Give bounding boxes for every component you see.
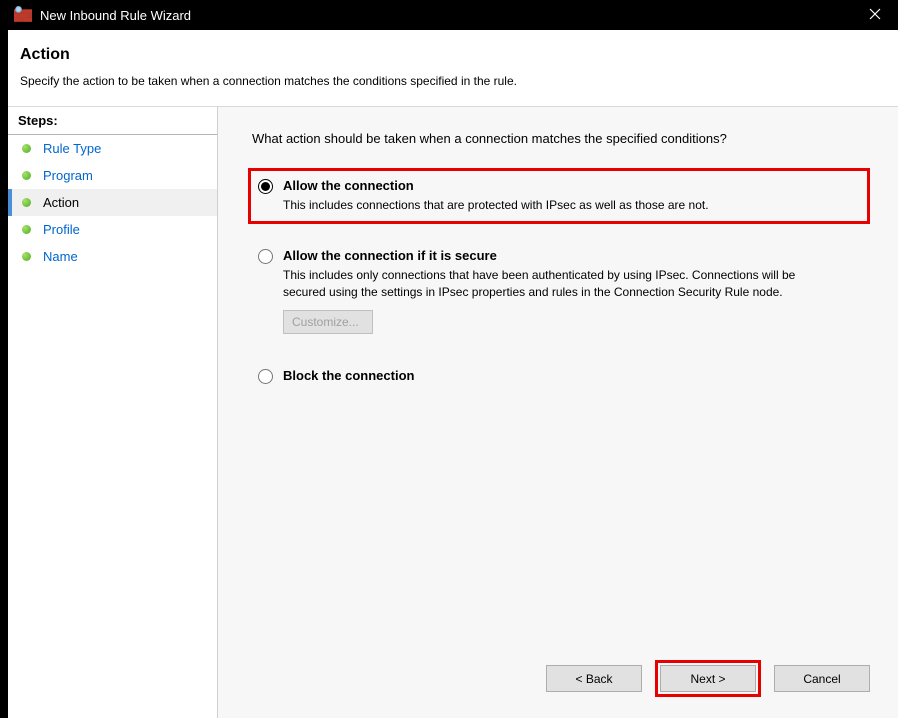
option-allow[interactable]: Allow the connection This includes conne… [250,170,868,222]
step-program[interactable]: Program [8,162,217,189]
step-rule-type[interactable]: Rule Type [8,135,217,162]
customize-button: Customize... [283,310,373,334]
option-body: Block the connection [283,368,860,387]
option-body: Allow the connection This includes conne… [283,178,860,214]
step-label: Program [43,168,93,183]
step-label: Profile [43,222,80,237]
titlebar: New Inbound Rule Wizard [8,0,898,30]
window-title: New Inbound Rule Wizard [40,8,191,23]
back-wrap: < Back [544,663,644,694]
action-options: Allow the connection This includes conne… [248,170,868,395]
bullet-icon [22,171,31,180]
wizard-window: New Inbound Rule Wizard Action Specify t… [8,0,898,718]
step-action[interactable]: Action [8,189,217,216]
wizard-buttons: < Back Next > Cancel [544,663,872,694]
option-body: Allow the connection if it is secure Thi… [283,248,860,335]
option-desc: This includes only connections that have… [283,267,823,301]
cancel-button[interactable]: Cancel [774,665,870,692]
step-name[interactable]: Name [8,243,217,270]
option-allow-secure[interactable]: Allow the connection if it is secure Thi… [250,240,868,343]
option-desc: This includes connections that are prote… [283,197,823,214]
page-title: Action [20,46,886,64]
bullet-icon [22,198,31,207]
next-button[interactable]: Next > [660,665,756,692]
close-icon [869,8,881,23]
radio-allow[interactable] [258,179,273,194]
page-subtitle: Specify the action to be taken when a co… [20,74,886,88]
back-button[interactable]: < Back [546,665,642,692]
radio-block[interactable] [258,369,273,384]
steps-title: Steps: [8,107,217,135]
bullet-icon [22,225,31,234]
option-title: Allow the connection [283,178,860,193]
wizard-header: Action Specify the action to be taken wh… [8,30,898,107]
cancel-wrap: Cancel [772,663,872,694]
steps-sidebar: Steps: Rule Type Program Action Profile … [8,107,218,718]
step-label: Name [43,249,78,264]
bullet-icon [22,144,31,153]
next-wrap: Next > [658,663,758,694]
question-text: What action should be taken when a conne… [252,131,868,146]
step-profile[interactable]: Profile [8,216,217,243]
step-label: Rule Type [43,141,101,156]
option-title: Block the connection [283,368,860,383]
step-label: Action [43,195,79,210]
close-button[interactable] [852,0,898,30]
radio-allow-secure[interactable] [258,249,273,264]
option-block[interactable]: Block the connection [250,360,868,395]
content-area: Steps: Rule Type Program Action Profile … [8,107,898,718]
main-panel: What action should be taken when a conne… [218,107,898,718]
firewall-icon [14,6,32,24]
option-title: Allow the connection if it is secure [283,248,860,263]
bullet-icon [22,252,31,261]
